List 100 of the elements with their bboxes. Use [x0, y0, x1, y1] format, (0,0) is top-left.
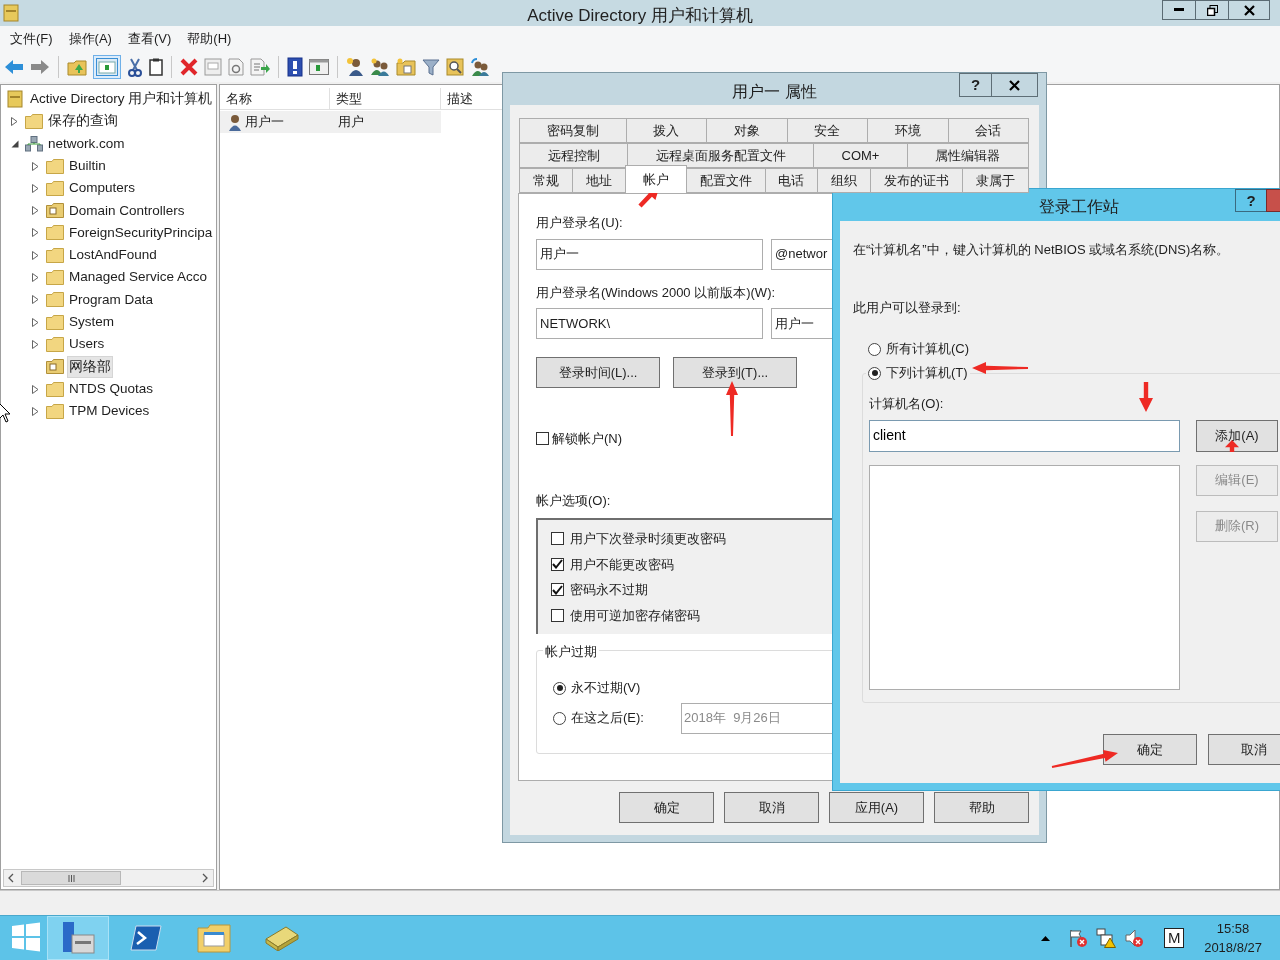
column-header[interactable]: 名称 — [220, 88, 330, 110]
tree-item[interactable]: Users — [68, 334, 106, 355]
tab[interactable]: 环境 — [867, 118, 949, 143]
help-button[interactable]: ? — [1235, 189, 1267, 212]
tab[interactable]: 常规 — [519, 168, 573, 193]
checkbox[interactable] — [551, 557, 564, 571]
cut-icon[interactable] — [127, 57, 143, 77]
users-icon[interactable] — [470, 58, 490, 76]
button[interactable]: 登录到(T)... — [673, 357, 797, 388]
input-field[interactable]: 用户一 — [536, 238, 763, 270]
menu-item[interactable]: 操作(A) — [60, 29, 120, 49]
checkbox[interactable] — [551, 583, 564, 597]
tab[interactable]: 电话 — [764, 168, 819, 193]
tree-item[interactable]: ForeignSecurityPrincipa — [68, 222, 214, 244]
expand-icon[interactable] — [32, 183, 39, 193]
tab[interactable]: 发布的证书 — [870, 168, 964, 193]
radio-button[interactable] — [868, 342, 881, 356]
new-folder-icon[interactable] — [396, 58, 416, 76]
network-warning-icon[interactable] — [1096, 928, 1117, 948]
tab[interactable]: 属性编辑器 — [906, 143, 1029, 168]
expand-icon[interactable] — [32, 317, 39, 327]
tab[interactable]: 地址 — [571, 168, 626, 193]
input-field[interactable]: NETWORK\ — [536, 308, 763, 339]
scrollbar[interactable] — [3, 869, 214, 887]
button[interactable]: 取消 — [724, 792, 819, 823]
close-button[interactable] — [991, 73, 1038, 97]
tree-item[interactable]: Program Data — [68, 289, 155, 310]
find-icon[interactable] — [446, 58, 464, 76]
button[interactable]: 登录时间(L)... — [536, 357, 660, 388]
tab[interactable]: 密码复制 — [519, 118, 627, 143]
radio-button[interactable] — [553, 711, 566, 725]
close-button[interactable] — [1228, 0, 1270, 20]
folder-up-icon[interactable] — [67, 58, 87, 76]
radio-button[interactable] — [868, 366, 881, 380]
expand-icon[interactable] — [32, 406, 39, 416]
tree-item[interactable]: 保存的查询 — [47, 111, 119, 132]
menu-item[interactable]: 帮助(H) — [179, 29, 240, 49]
restore-button[interactable] — [1195, 0, 1229, 20]
start-icon[interactable] — [11, 922, 41, 952]
menu-item[interactable]: 文件(F) — [2, 29, 61, 49]
expand-icon[interactable] — [32, 161, 39, 171]
expand-icon[interactable] — [32, 273, 39, 282]
tree-item[interactable]: network.com — [47, 133, 126, 154]
button[interactable]: 添加(A) — [1196, 419, 1278, 452]
checkbox[interactable] — [551, 608, 564, 622]
tab[interactable]: 隶属于 — [962, 168, 1029, 193]
tab[interactable]: 对象 — [706, 118, 788, 143]
minimize-button[interactable] — [1162, 0, 1196, 20]
button[interactable]: 确定 — [619, 792, 714, 823]
show-hidden-icon[interactable] — [1041, 935, 1051, 941]
scroll-left-icon[interactable] — [7, 873, 15, 883]
scroll-right-icon[interactable] — [201, 873, 209, 883]
speaker-muted-icon[interactable] — [1124, 928, 1145, 948]
clipboard-icon[interactable] — [149, 58, 163, 76]
column-header[interactable]: 类型 — [330, 88, 441, 110]
scroll-thumb[interactable] — [21, 871, 121, 885]
expand-icon[interactable] — [32, 384, 39, 394]
forward-icon[interactable] — [30, 59, 50, 75]
button[interactable]: 帮助 — [934, 792, 1029, 823]
refresh-icon[interactable] — [228, 58, 244, 76]
tab[interactable]: 配置文件 — [685, 168, 766, 193]
expand-icon[interactable] — [32, 339, 39, 349]
expand-icon[interactable] — [32, 228, 39, 238]
window-icon[interactable] — [309, 59, 329, 75]
new-user-icon[interactable] — [346, 57, 364, 77]
tree-item[interactable]: NTDS Quotas — [68, 378, 155, 400]
expand-icon[interactable] — [32, 250, 39, 260]
help-button[interactable]: ? — [959, 73, 992, 97]
radio-button[interactable] — [553, 681, 566, 695]
tree-item[interactable]: LostAndFound — [68, 245, 158, 266]
button[interactable]: 应用(A) — [829, 792, 924, 823]
tab[interactable]: COM+ — [813, 143, 908, 168]
tab[interactable]: 组织 — [817, 168, 872, 193]
tree-item[interactable]: TPM Devices — [68, 401, 151, 422]
tab[interactable]: 远程桌面服务配置文件 — [627, 143, 815, 168]
console-tree-button[interactable] — [93, 55, 121, 79]
expand-icon[interactable] — [32, 206, 39, 216]
expand-icon[interactable] — [11, 116, 18, 126]
tab[interactable]: 拨入 — [625, 118, 707, 143]
checkbox[interactable] — [536, 432, 549, 446]
list-row[interactable]: 用户一 用户 — [220, 111, 441, 133]
taskbar-button[interactable] — [47, 916, 109, 960]
tree-item[interactable]: System — [68, 312, 115, 333]
button[interactable]: 确定 — [1103, 734, 1197, 765]
tree-item[interactable]: Managed Service Acco — [68, 267, 209, 288]
tab[interactable]: 远程控制 — [519, 143, 628, 168]
tree-item[interactable]: Active Directory 用户和计算机 — [29, 89, 214, 110]
filter-icon[interactable] — [422, 58, 440, 76]
checkbox[interactable] — [551, 532, 564, 546]
input-field[interactable]: client — [869, 419, 1180, 452]
tree-item[interactable]: 网络部 — [68, 356, 112, 377]
clock[interactable]: 15:58 2018/8/27 — [1204, 919, 1262, 957]
back-icon[interactable] — [4, 59, 24, 75]
tree-item[interactable]: Builtin — [68, 155, 107, 177]
export-icon[interactable] — [250, 58, 270, 76]
tree-item[interactable]: Computers — [68, 178, 137, 199]
new-group-icon[interactable] — [370, 58, 390, 76]
tree-item[interactable]: Domain Controllers — [68, 200, 186, 221]
delete-icon[interactable] — [180, 58, 198, 76]
collapse-icon[interactable] — [11, 139, 19, 148]
